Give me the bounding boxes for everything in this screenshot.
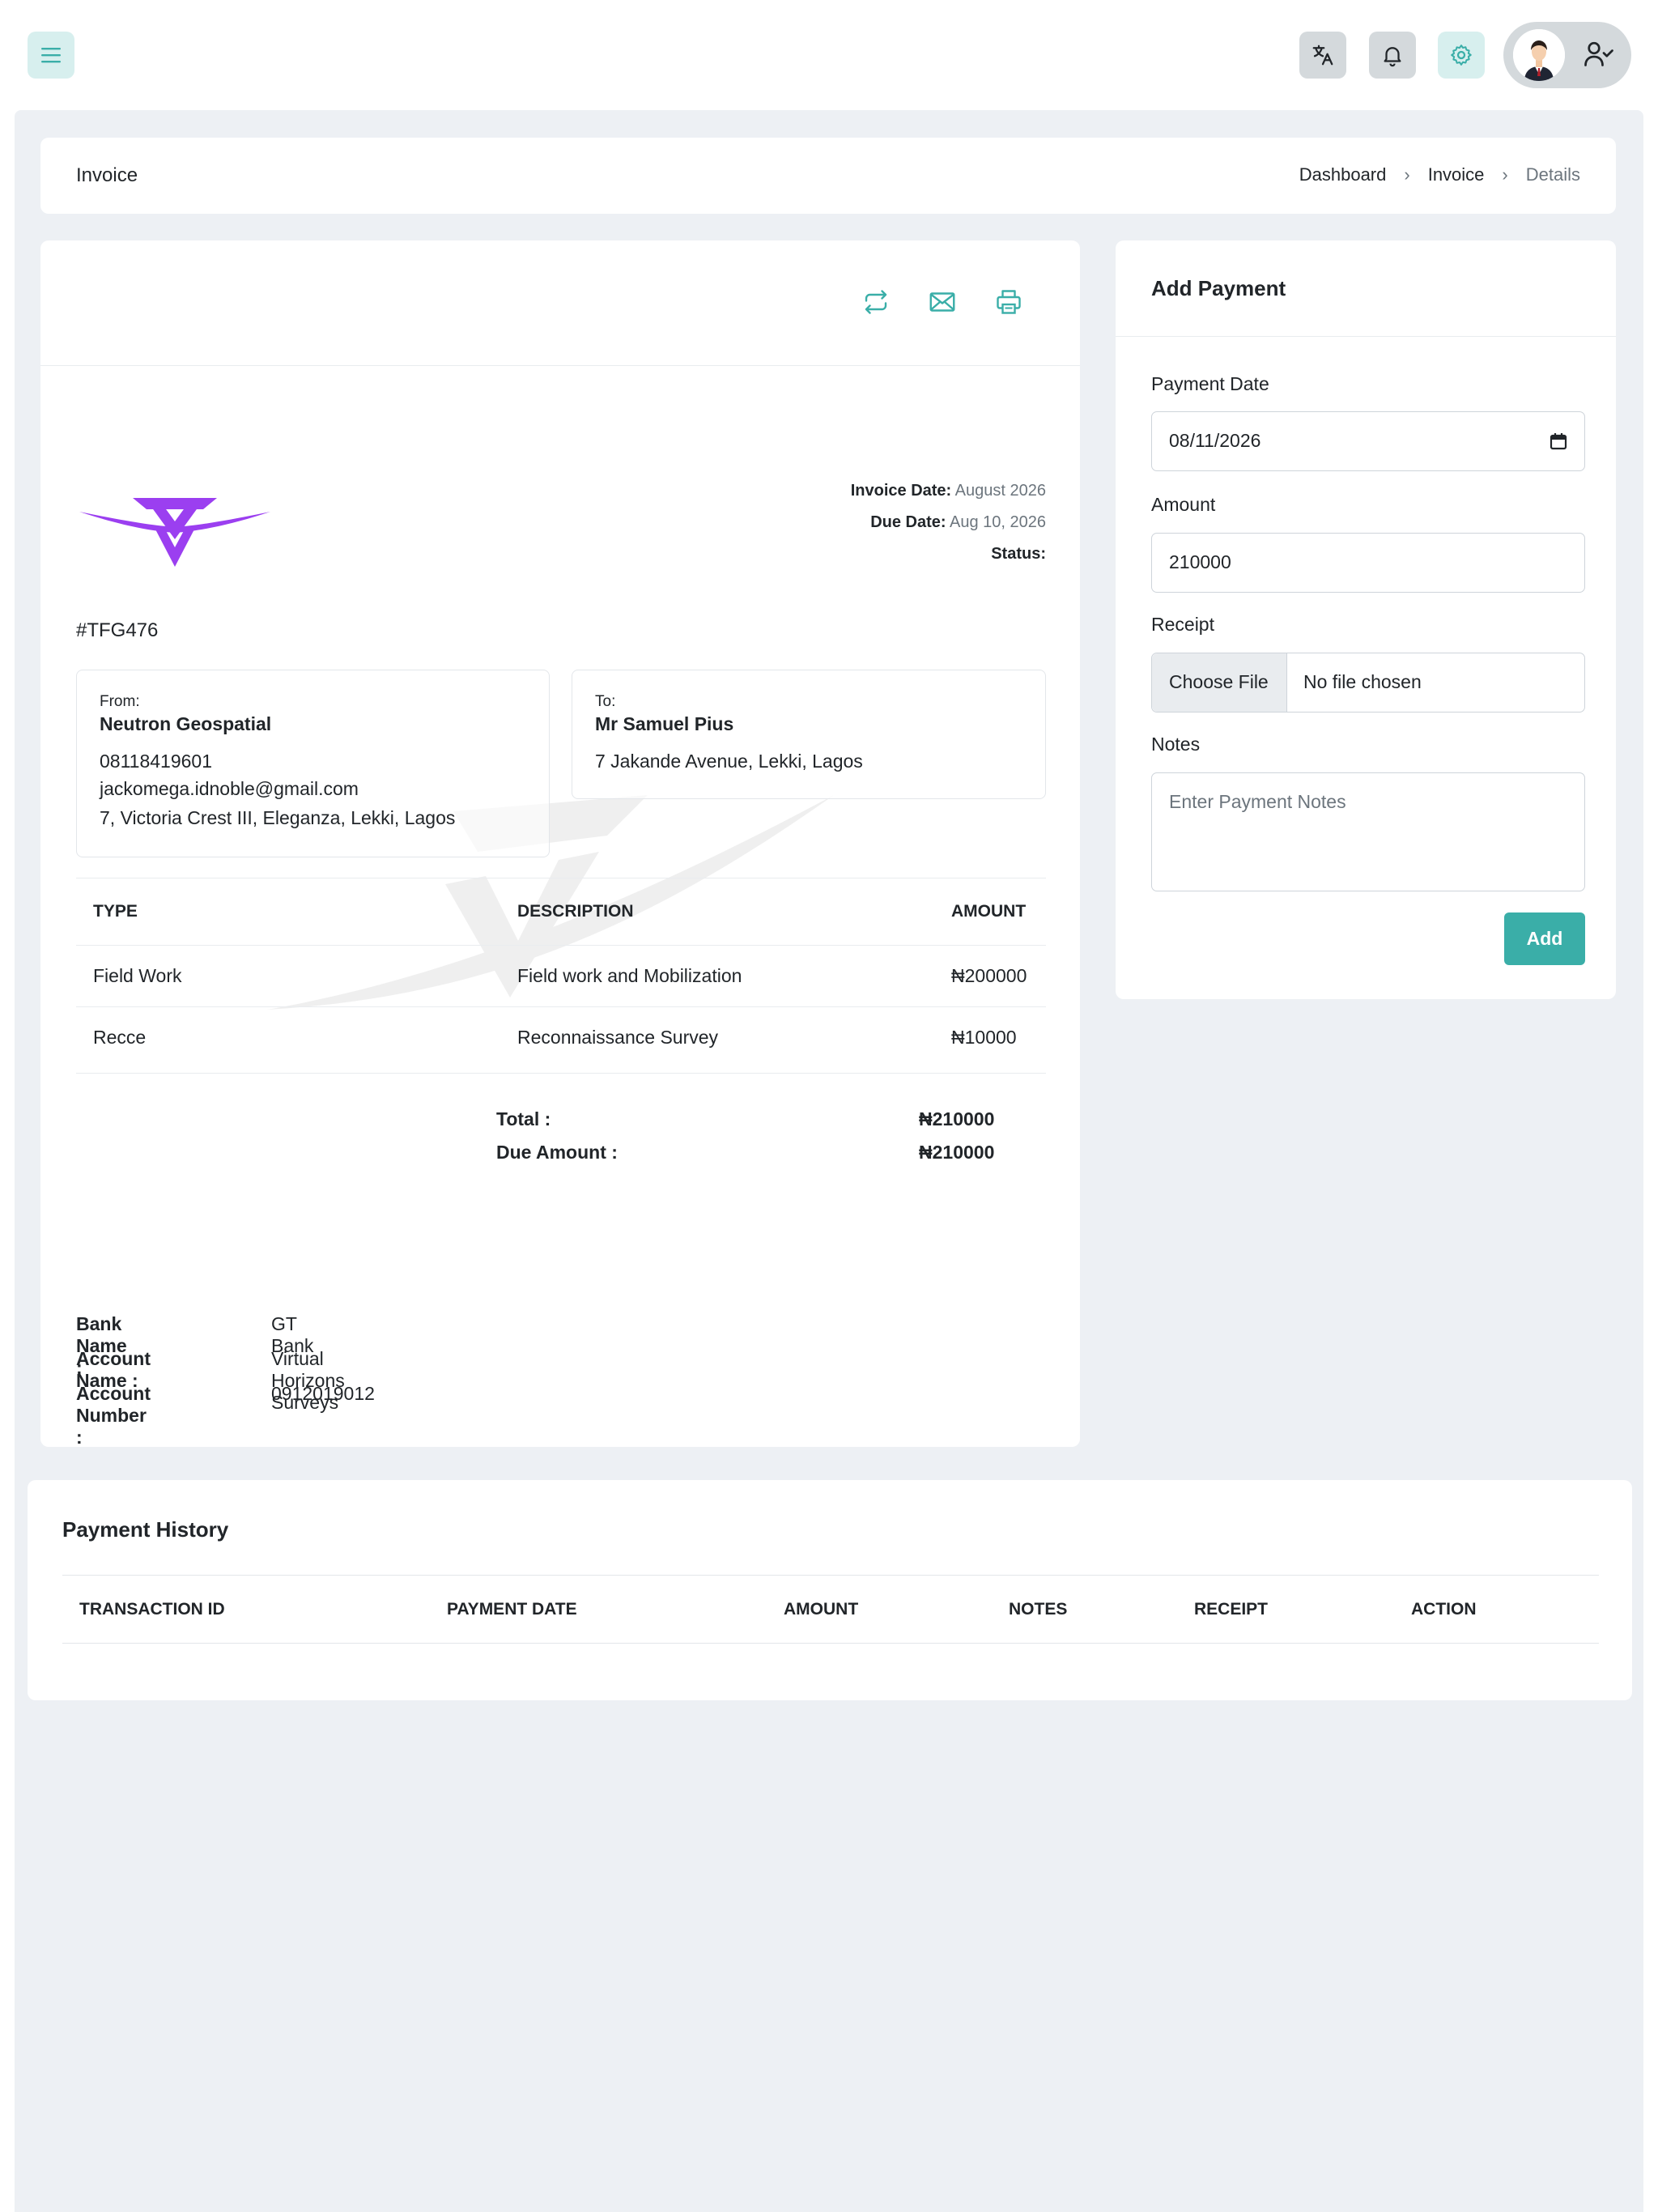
menu-icon	[41, 48, 61, 63]
file-name-text: No file chosen	[1303, 671, 1422, 692]
amount-value: 210000	[1169, 551, 1231, 572]
row-type: Recce	[93, 1027, 147, 1048]
chevron-right-icon: ›	[1502, 164, 1508, 185]
choose-file-button[interactable]: Choose File	[1152, 653, 1287, 712]
header-amount: AMOUNT	[784, 1600, 859, 1619]
row-description: Reconnaissance Survey	[517, 1027, 719, 1048]
row-amount: ₦10000	[951, 1027, 1017, 1048]
print-button[interactable]	[993, 286, 1025, 318]
notes-textarea[interactable]: Enter Payment Notes	[1151, 772, 1585, 891]
header-transaction-id: TRANSACTION ID	[79, 1600, 225, 1619]
page-title: Invoice	[76, 164, 138, 186]
account-number-label: Account Number :	[76, 1383, 151, 1447]
breadcrumb: Dashboard › Invoice › Details	[1299, 164, 1580, 185]
amount-label: Amount	[1151, 494, 1216, 515]
bell-icon	[1384, 47, 1401, 67]
payment-date-value: 08/11/2026	[1169, 430, 1261, 451]
row-description: Field work and Mobilization	[517, 965, 742, 986]
print-icon	[997, 290, 1021, 314]
header-amount: AMOUNT	[951, 902, 1027, 921]
invoice-number: #TFG476	[76, 619, 159, 641]
calendar-icon[interactable]	[1549, 432, 1568, 451]
receipt-label: Receipt	[1151, 614, 1214, 635]
from-name: Neutron Geospatial	[100, 713, 272, 734]
table-row: Recce Reconnaissance Survey ₦10000	[76, 1007, 1046, 1074]
header-action: ACTION	[1411, 1600, 1477, 1619]
invoice-toolbar	[40, 240, 1080, 366]
from-address-box: From: Neutron Geospatial 08118419601 jac…	[76, 670, 550, 857]
account-number: 0912019012	[271, 1383, 375, 1404]
payment-history-title: Payment History	[62, 1517, 229, 1542]
gear-icon	[1451, 45, 1472, 66]
breadcrumb-invoice[interactable]: Invoice	[1428, 164, 1485, 185]
invoice-date: August 2026	[954, 482, 1046, 500]
settings-button[interactable]	[1438, 32, 1485, 79]
profile-menu[interactable]	[1503, 22, 1631, 88]
menu-button[interactable]	[28, 32, 74, 79]
from-address: 7, Victoria Crest III, Eleganza, Lekki, …	[100, 807, 456, 828]
payment-date-input[interactable]: 08/11/2026	[1151, 411, 1585, 471]
due-date-label: Due Date:	[870, 513, 946, 531]
payment-history-table-header: TRANSACTION ID PAYMENT DATE AMOUNT NOTES…	[62, 1575, 1599, 1644]
mail-icon	[929, 292, 955, 312]
choose-file-label: Choose File	[1169, 671, 1269, 692]
avatar	[1513, 29, 1565, 81]
payment-date-label: Payment Date	[1151, 373, 1269, 394]
invoice-card: Invoice Date: August 2026 Due Date: Aug …	[40, 240, 1080, 1447]
due-date: Aug 10, 2026	[950, 513, 1046, 531]
status-label: Status:	[991, 545, 1046, 563]
row-type: Field Work	[93, 965, 182, 986]
page-header: Invoice Dashboard › Invoice › Details	[40, 138, 1616, 214]
add-payment-card: Add Payment Payment Date 08/11/2026 Amou…	[1116, 240, 1616, 999]
recurring-button[interactable]	[860, 286, 892, 318]
translate-icon	[1312, 45, 1333, 66]
notes-placeholder: Enter Payment Notes	[1169, 791, 1346, 812]
breadcrumb-details: Details	[1525, 164, 1580, 185]
email-button[interactable]	[926, 286, 959, 318]
header-payment-date: PAYMENT DATE	[447, 1600, 577, 1619]
header-description: DESCRIPTION	[517, 902, 634, 921]
to-label: To:	[595, 693, 616, 710]
company-logo	[79, 498, 270, 567]
from-label: From:	[100, 693, 140, 710]
notes-label: Notes	[1151, 734, 1201, 755]
invoice-meta: Invoice Date: August 2026 Due Date: Aug …	[851, 475, 1046, 570]
invoice-items-table: TYPE DESCRIPTION AMOUNT Field Work Field…	[76, 878, 1046, 1074]
chevron-right-icon: ›	[1404, 164, 1410, 185]
header-receipt: RECEIPT	[1194, 1600, 1269, 1619]
add-payment-title: Add Payment	[1151, 276, 1286, 300]
total-value: ₦210000	[919, 1108, 995, 1129]
header-type: TYPE	[93, 902, 138, 921]
table-row: Field Work Field work and Mobilization ₦…	[76, 946, 1046, 1007]
row-amount: ₦200000	[951, 965, 1027, 986]
table-header: TYPE DESCRIPTION AMOUNT	[76, 878, 1046, 946]
invoice-date-label: Invoice Date:	[850, 482, 952, 500]
to-address-box: To: Mr Samuel Pius 7 Jakande Avenue, Lek…	[572, 670, 1046, 799]
from-phone: 08118419601	[100, 751, 212, 772]
repeat-icon	[865, 290, 887, 314]
add-payment-header: Add Payment	[1116, 240, 1616, 337]
translate-button[interactable]	[1299, 32, 1346, 79]
from-email: jackomega.idnoble@gmail.com	[100, 778, 359, 799]
due-amount-value: ₦210000	[919, 1142, 995, 1163]
due-amount-label: Due Amount :	[496, 1142, 618, 1163]
receipt-file-input[interactable]: Choose File No file chosen	[1151, 653, 1585, 713]
header-notes: NOTES	[1009, 1600, 1068, 1619]
breadcrumb-dashboard[interactable]: Dashboard	[1299, 164, 1387, 185]
add-payment-button[interactable]: Add	[1504, 912, 1585, 965]
payment-history-card: Payment History TRANSACTION ID PAYMENT D…	[28, 1480, 1632, 1700]
top-bar	[0, 0, 1658, 110]
to-name: Mr Samuel Pius	[595, 713, 734, 734]
notifications-button[interactable]	[1369, 32, 1416, 79]
to-address: 7 Jakande Avenue, Lekki, Lagos	[595, 751, 863, 772]
user-check-icon	[1584, 41, 1613, 66]
amount-input[interactable]: 210000	[1151, 533, 1585, 593]
total-label: Total :	[496, 1108, 551, 1129]
